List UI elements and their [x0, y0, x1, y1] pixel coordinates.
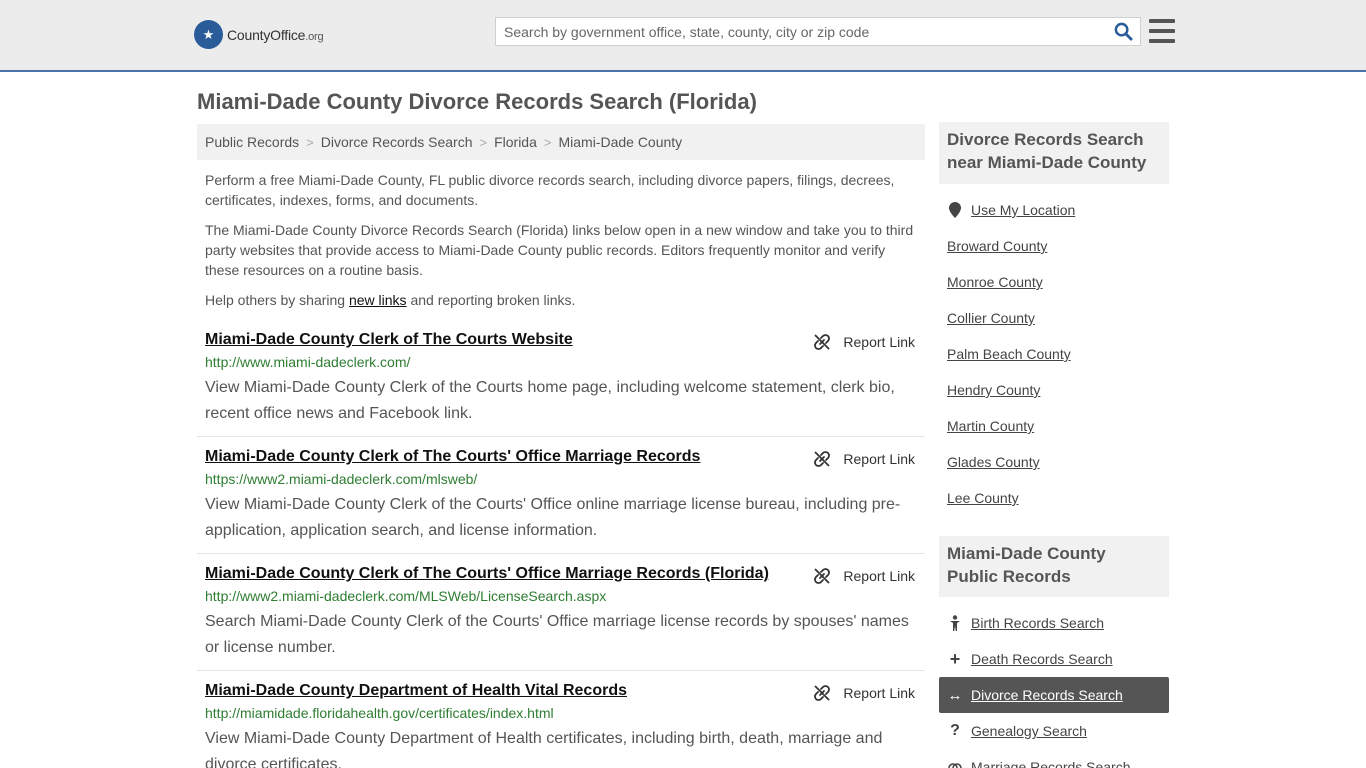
result-url: http://www.miami-dadeclerk.com/ [205, 354, 411, 370]
sidebar-nearby-broward-county[interactable]: Broward County [947, 238, 1047, 254]
broken-link-icon [814, 451, 831, 467]
top-bar: ★ CountyOffice.org [0, 0, 1366, 72]
sidebar-nearby-hendry-county[interactable]: Hendry County [947, 382, 1040, 398]
result-title-link[interactable]: Miami-Dade County Clerk of The Courts' O… [205, 448, 700, 466]
sidebar-nearby-martin-county[interactable]: Martin County [947, 418, 1034, 434]
result-item: Miami-Dade County Clerk of The Courts' O… [197, 565, 925, 665]
sidebar-nearby-collier-county[interactable]: Collier County [947, 310, 1035, 326]
hamburger-menu-icon[interactable] [1149, 19, 1175, 43]
result-title-link[interactable]: Miami-Dade County Clerk of The Courts' O… [205, 565, 769, 583]
report-link-button[interactable]: Report Link [813, 333, 915, 351]
sidebar-item-genealogy[interactable]: ? Genealogy Search [939, 713, 1169, 749]
result-divider [197, 670, 925, 671]
report-link-button[interactable]: Report Link [813, 684, 915, 702]
sidebar-item-death-records[interactable]: + Death Records Search [939, 641, 1169, 677]
page-title: Miami-Dade County Divorce Records Search… [197, 89, 757, 114]
sidebar-item-birth-records[interactable]: Birth Records Search [939, 605, 1169, 641]
result-description: View Miami-Dade County Clerk of the Cour… [205, 379, 895, 422]
result-url: http://miamidade.floridahealth.gov/certi… [205, 705, 554, 721]
plus-icon: + [949, 648, 961, 669]
location-pin-icon [947, 202, 963, 218]
logo-suffix: .org [305, 30, 324, 43]
breadcrumb-separator: > [306, 134, 314, 150]
intro-paragraph-help: Help others by sharing new links and rep… [205, 292, 576, 308]
new-links-link[interactable]: new links [349, 292, 407, 308]
result-description: View Miami-Dade County Clerk of the Cour… [205, 496, 901, 539]
broken-link-icon [814, 685, 831, 701]
result-description: View Miami-Dade County Department of Hea… [205, 730, 883, 768]
logo-text: CountyOffice [227, 26, 306, 43]
result-title-link[interactable]: Miami-Dade County Clerk of The Courts We… [205, 331, 573, 349]
sidebar-heading-public-records: Miami-Dade County Public Records [939, 536, 1169, 597]
result-divider [197, 436, 925, 437]
logo-seal-icon: ★ [194, 20, 223, 49]
result-title-link[interactable]: Miami-Dade County Department of Health V… [205, 682, 627, 700]
result-url: http://www2.miami-dadeclerk.com/MLSWeb/L… [205, 588, 607, 604]
intro-paragraph: Perform a free Miami-Dade County, FL pub… [205, 172, 895, 208]
search-input[interactable] [496, 18, 1106, 45]
use-my-location-link[interactable]: Use My Location [939, 192, 1169, 228]
breadcrumb-florida[interactable]: Florida [494, 134, 537, 150]
result-url: https://www2.miami-dadeclerk.com/mlsweb/ [205, 471, 478, 487]
question-icon: ? [950, 722, 960, 739]
search-bar [495, 17, 1141, 46]
sidebar-item-marriage-records[interactable]: Marriage Records Search [939, 749, 1169, 768]
search-icon [1114, 22, 1133, 41]
site-logo[interactable]: ★ CountyOffice.org [194, 20, 324, 49]
breadcrumb-miami-dade-county[interactable]: Miami-Dade County [558, 134, 682, 150]
result-item: Miami-Dade County Clerk of The Courts We… [197, 331, 925, 431]
breadcrumb-separator: > [479, 134, 488, 150]
intro-paragraph-links: The Miami-Dade County Divorce Records Se… [205, 222, 914, 278]
broken-link-icon [814, 334, 831, 350]
sidebar-heading-nearby: Divorce Records Search near Miami-Dade C… [939, 122, 1169, 184]
result-divider [197, 553, 925, 554]
arrows-horizontal-icon: ↔ [947, 686, 963, 704]
search-button[interactable] [1106, 18, 1140, 45]
person-icon [947, 615, 963, 631]
sidebar-nearby-palm-beach-county[interactable]: Palm Beach County [947, 346, 1071, 362]
breadcrumb: Public Records > Divorce Records Search … [197, 124, 925, 160]
breadcrumb-separator: > [543, 134, 552, 150]
result-item: Miami-Dade County Department of Health V… [197, 682, 925, 768]
broken-link-icon [814, 568, 831, 584]
sidebar-nearby-lee-county[interactable]: Lee County [947, 490, 1019, 506]
breadcrumb-public-records[interactable]: Public Records [205, 134, 299, 150]
sidebar-nearby-monroe-county[interactable]: Monroe County [947, 274, 1043, 290]
result-item: Miami-Dade County Clerk of The Courts' O… [197, 448, 925, 548]
breadcrumb-divorce-records-search[interactable]: Divorce Records Search [321, 134, 473, 150]
rings-icon [947, 761, 963, 768]
result-description: Search Miami-Dade County Clerk of the Co… [205, 613, 909, 656]
report-link-button[interactable]: Report Link [813, 567, 915, 585]
sidebar-item-divorce-records[interactable]: ↔ Divorce Records Search [939, 677, 1169, 713]
report-link-button[interactable]: Report Link [813, 450, 915, 468]
sidebar-nearby-glades-county[interactable]: Glades County [947, 454, 1040, 470]
